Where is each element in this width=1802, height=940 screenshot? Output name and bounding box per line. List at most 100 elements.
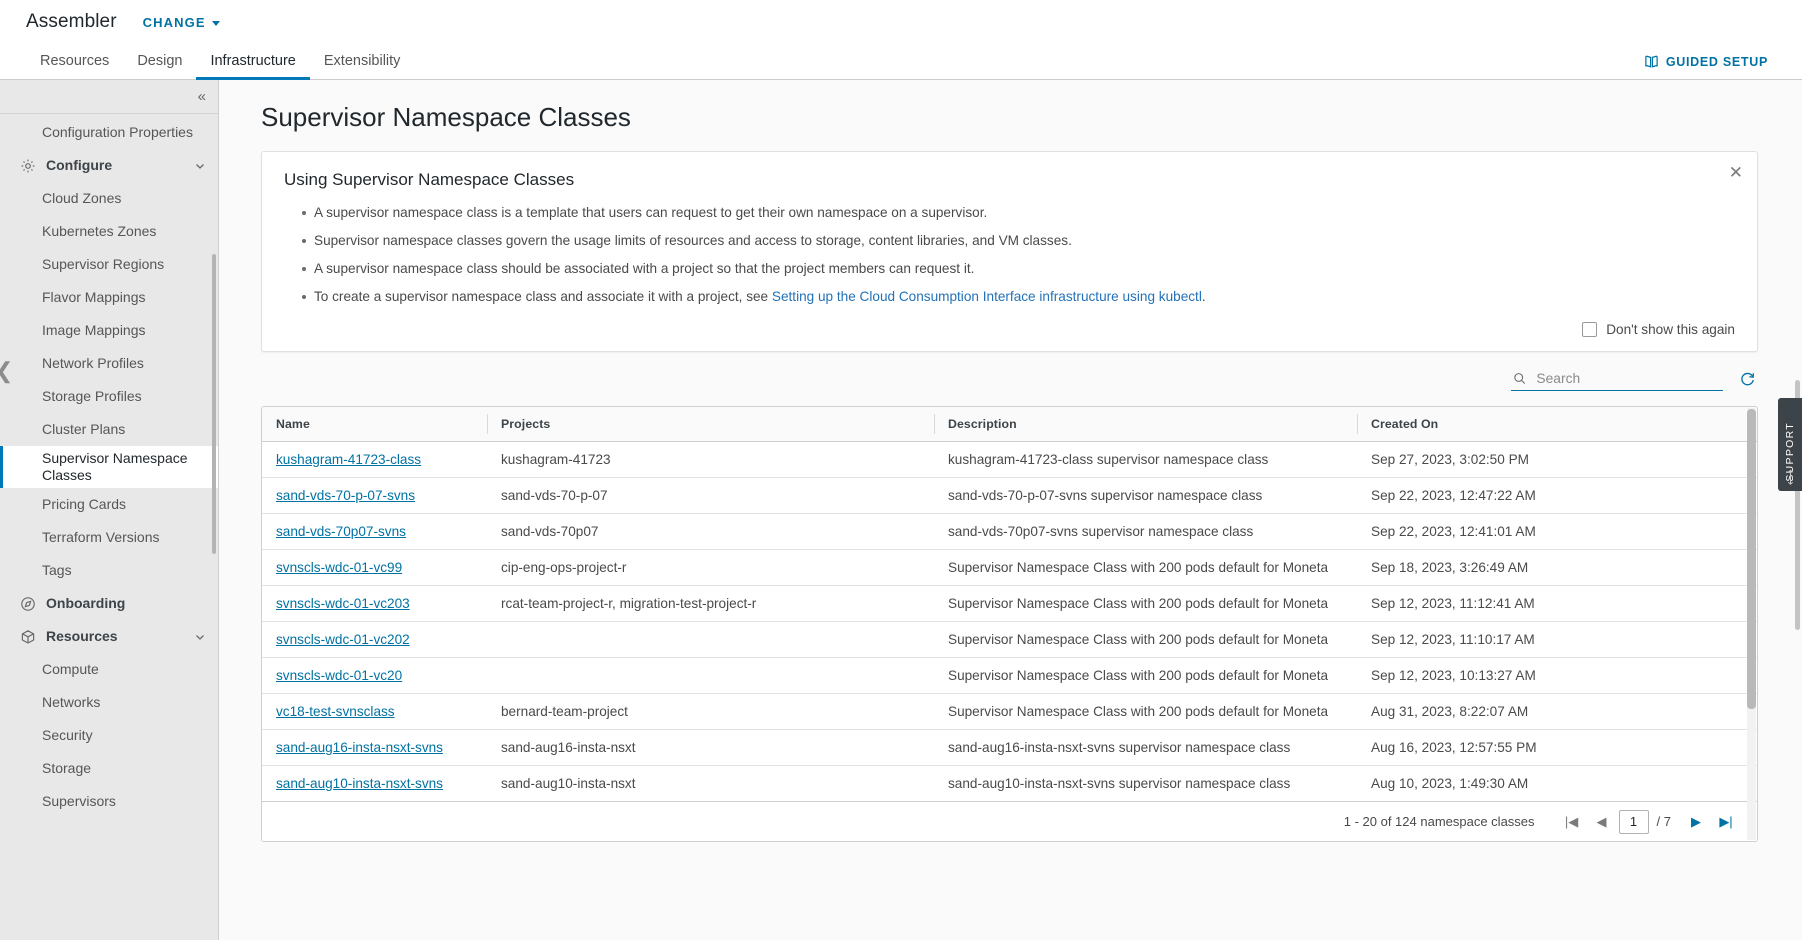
- table-row[interactable]: svnscls-wdc-01-vc202 Supervisor Namespac…: [262, 621, 1757, 658]
- sidebar-item-label: Pricing Cards: [42, 496, 127, 512]
- sidebar-item-storage-profiles[interactable]: Storage Profiles: [0, 380, 218, 413]
- cell-projects: sand-vds-70-p-07: [487, 477, 934, 514]
- cell-created-on: Sep 12, 2023, 10:13:27 AM: [1357, 657, 1757, 694]
- sidebar-item-supervisors[interactable]: Supervisors: [0, 785, 218, 818]
- sidebar-group-onboarding[interactable]: Onboarding: [0, 587, 218, 620]
- table-row[interactable]: svnscls-wdc-01-vc20 Supervisor Namespace…: [262, 657, 1757, 694]
- table-row[interactable]: sand-aug10-insta-nsxt-svns sand-aug10-in…: [262, 766, 1757, 802]
- cell-description: Supervisor Namespace Class with 200 pods…: [934, 585, 1357, 622]
- cell-description: kushagram-41723-class supervisor namespa…: [934, 441, 1357, 478]
- cell-projects: cip-eng-ops-project-r: [487, 549, 934, 586]
- cell-created-on: Sep 27, 2023, 3:02:50 PM: [1357, 441, 1757, 478]
- refresh-button[interactable]: [1739, 371, 1756, 388]
- sidebar-item-label: Supervisors: [42, 793, 116, 809]
- info-bullet: A supervisor namespace class should be a…: [302, 258, 1735, 280]
- sidebar-item-network-profiles[interactable]: Network Profiles: [0, 347, 218, 380]
- sidebar-item-terraform-versions[interactable]: Terraform Versions: [0, 521, 218, 554]
- cell-projects: sand-vds-70p07: [487, 513, 934, 550]
- sidebar-item-flavor-mappings[interactable]: Flavor Mappings: [0, 281, 218, 314]
- prev-page-icon[interactable]: ◀: [1589, 809, 1615, 835]
- sidebar-item-cluster-plans[interactable]: Cluster Plans: [0, 413, 218, 446]
- dont-show-again-checkbox[interactable]: [1582, 322, 1598, 337]
- sidebar-item-compute[interactable]: Compute: [0, 653, 218, 686]
- first-page-icon[interactable]: |◀: [1559, 809, 1585, 835]
- pagination-summary: 1 - 20 of 124 namespace classes: [1343, 814, 1535, 829]
- page-number-input[interactable]: [1618, 809, 1649, 834]
- sidebar-group-resources[interactable]: Resources: [0, 620, 218, 653]
- cell-description: sand-aug10-insta-nsxt-svns supervisor na…: [948, 776, 1291, 791]
- info-bullet-suffix: .: [1201, 289, 1206, 304]
- sidebar-item-configuration-properties[interactable]: Configuration Properties: [0, 116, 218, 149]
- cell-description: sand-vds-70p07-svns supervisor namespace…: [934, 513, 1357, 550]
- sidebar-item-label: Security: [42, 727, 93, 743]
- tab-infrastructure[interactable]: Infrastructure: [196, 44, 310, 80]
- column-header-description[interactable]: Description: [934, 407, 1357, 442]
- info-card: ✕ Using Supervisor Namespace Classes A s…: [261, 151, 1758, 352]
- sidebar-item-label: Image Mappings: [42, 322, 146, 338]
- namespace-class-link[interactable]: svnscls-wdc-01-vc20: [276, 668, 402, 683]
- table-row[interactable]: sand-aug16-insta-nsxt-svns sand-aug16-in…: [262, 729, 1757, 766]
- sidebar-item-label: Storage: [42, 760, 92, 776]
- sidebar-group-configure[interactable]: Configure: [0, 149, 218, 182]
- table-row[interactable]: svnscls-wdc-01-vc99 cip-eng-ops-project-…: [262, 549, 1757, 586]
- table-row[interactable]: vc18-test-svnsclass bernard-team-project…: [262, 693, 1757, 730]
- search-input[interactable]: [1534, 370, 1721, 387]
- namespace-class-link[interactable]: sand-aug16-insta-nsxt-svns: [276, 740, 443, 755]
- last-page-icon[interactable]: ▶|: [1713, 809, 1739, 835]
- close-icon[interactable]: ✕: [1729, 164, 1743, 181]
- sidebar-item-supervisor-regions[interactable]: Supervisor Regions: [0, 248, 218, 281]
- tab-resources[interactable]: Resources: [26, 44, 123, 80]
- sidebar-scrollbar[interactable]: [212, 254, 216, 554]
- top-bar: Assembler CHANGE: [0, 0, 1802, 44]
- sidebar-item-label: Tags: [42, 562, 72, 578]
- column-header-created-on[interactable]: Created On: [1357, 407, 1757, 442]
- search-box[interactable]: [1511, 367, 1723, 391]
- column-header-projects[interactable]: Projects: [487, 407, 934, 442]
- cell-name: sand-aug16-insta-nsxt-svns: [262, 729, 487, 766]
- chevron-down-icon: [196, 163, 204, 169]
- namespace-class-link[interactable]: svnscls-wdc-01-vc202: [276, 632, 410, 647]
- next-page-icon[interactable]: ▶: [1683, 809, 1709, 835]
- guided-setup-button[interactable]: GUIDED SETUP: [1644, 44, 1776, 79]
- sidebar-item-security[interactable]: Security: [0, 719, 218, 752]
- info-bullet: A supervisor namespace class is a templa…: [302, 202, 1735, 224]
- table-row[interactable]: sand-vds-70p07-svns sand-vds-70p07 sand-…: [262, 513, 1757, 550]
- namespace-class-link[interactable]: sand-aug10-insta-nsxt-svns: [276, 776, 443, 791]
- support-tab-button[interactable]: SUPPORT ⟷: [1778, 398, 1802, 491]
- app-brand: Assembler: [26, 11, 117, 32]
- sidebar-item-networks[interactable]: Networks: [0, 686, 218, 719]
- search-icon: [1514, 373, 1526, 384]
- sidebar-item-cloud-zones[interactable]: Cloud Zones: [0, 182, 218, 215]
- column-header-name[interactable]: Name: [262, 407, 487, 442]
- change-org-button[interactable]: CHANGE: [143, 15, 220, 30]
- tab-design[interactable]: Design: [123, 44, 196, 80]
- sidebar-item-label: Networks: [42, 694, 101, 710]
- namespace-class-link[interactable]: sand-vds-70-p-07-svns: [276, 488, 415, 503]
- sidebar-item-label: Supervisor Regions: [42, 256, 165, 272]
- namespace-class-link[interactable]: vc18-test-svnsclass: [276, 704, 395, 719]
- namespace-class-link[interactable]: sand-vds-70p07-svns: [276, 524, 406, 539]
- sidebar-item-storage[interactable]: Storage: [0, 752, 218, 785]
- kubectl-docs-link[interactable]: Setting up the Cloud Consumption Interfa…: [772, 289, 1202, 304]
- dont-show-again-label: Don't show this again: [1606, 322, 1735, 337]
- tab-extensibility[interactable]: Extensibility: [310, 44, 415, 80]
- sidebar-item-kubernetes-zones[interactable]: Kubernetes Zones: [0, 215, 218, 248]
- namespace-class-link[interactable]: kushagram-41723-class: [276, 452, 421, 467]
- sidebar-item-label: Kubernetes Zones: [42, 223, 157, 239]
- dont-show-again-row: Don't show this again: [284, 322, 1735, 337]
- table-row[interactable]: kushagram-41723-class kushagram-41723 ku…: [262, 441, 1757, 478]
- table-scrollbar-thumb[interactable]: [1747, 409, 1756, 709]
- sidebar-item-image-mappings[interactable]: Image Mappings: [0, 314, 218, 347]
- info-card-bullet-list: A supervisor namespace class is a templa…: [284, 202, 1735, 308]
- main-content: Supervisor Namespace Classes ✕ Using Sup…: [219, 80, 1802, 940]
- namespace-class-link[interactable]: svnscls-wdc-01-vc203: [276, 596, 410, 611]
- cell-name: sand-vds-70p07-svns: [262, 513, 487, 550]
- sidebar-item-tags[interactable]: Tags: [0, 554, 218, 587]
- sidebar-drag-handle-icon[interactable]: ❮: [0, 358, 13, 384]
- table-row[interactable]: svnscls-wdc-01-vc203 rcat-team-project-r…: [262, 585, 1757, 622]
- namespace-class-link[interactable]: svnscls-wdc-01-vc99: [276, 560, 402, 575]
- sidebar-collapse-button[interactable]: «: [0, 80, 218, 114]
- sidebar-item-pricing-cards[interactable]: Pricing Cards: [0, 488, 218, 521]
- table-row[interactable]: sand-vds-70-p-07-svns sand-vds-70-p-07 s…: [262, 477, 1757, 514]
- sidebar-item-supervisor-namespace-classes[interactable]: Supervisor Namespace Classes: [0, 446, 218, 488]
